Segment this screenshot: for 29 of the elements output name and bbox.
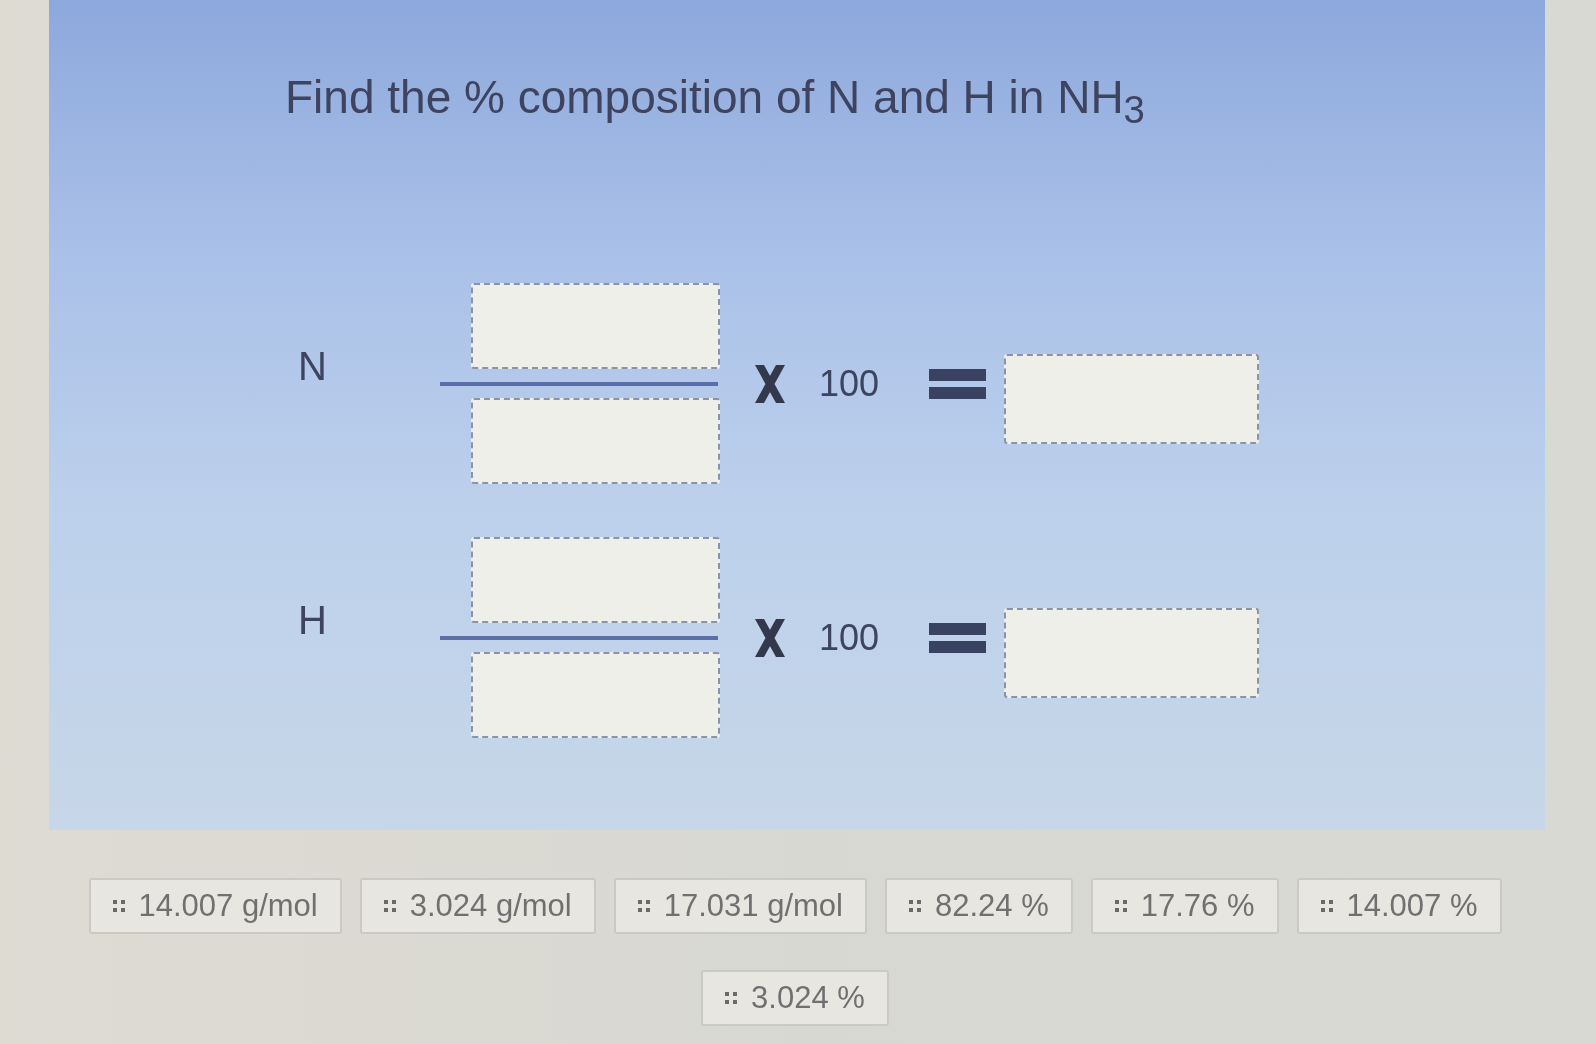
grip-icon — [112, 900, 125, 912]
grip-icon — [1320, 900, 1333, 912]
grip-icon — [637, 900, 650, 912]
numerator-drop-zone[interactable] — [471, 537, 720, 624]
denominator-drop-zone[interactable] — [471, 398, 720, 485]
answer-chip[interactable]: 82.24 % — [884, 878, 1073, 934]
grip-icon — [908, 900, 921, 912]
grip-icon — [383, 900, 396, 912]
equals-icon — [929, 622, 987, 653]
answer-drop-zone[interactable] — [1004, 607, 1260, 698]
answer-chip[interactable]: 3.024 % — [701, 970, 889, 1026]
answer-chip[interactable]: 14.007 g/mol — [88, 878, 342, 934]
numerator-drop-zone[interactable] — [471, 283, 720, 370]
element-label: H — [298, 598, 328, 644]
cross-icon — [752, 362, 788, 405]
grip-icon — [725, 992, 738, 1004]
answer-chip[interactable]: 3.024 g/mol — [359, 878, 596, 934]
answer-chip[interactable]: 17.031 g/mol — [613, 878, 867, 934]
grip-icon — [1114, 900, 1127, 912]
answer-drop-zone[interactable] — [1004, 353, 1260, 444]
question-text: Find the % composition of N and H in NH$_{3}$ — [285, 70, 1145, 134]
equals-icon — [929, 368, 987, 399]
answer-chip[interactable]: 14.007 % — [1296, 878, 1502, 934]
cross-icon — [752, 616, 788, 659]
multiplier-text: 100 — [819, 616, 880, 659]
answer-chip[interactable]: 17.76 % — [1090, 878, 1279, 934]
denominator-drop-zone[interactable] — [471, 652, 720, 739]
element-label: N — [298, 344, 328, 390]
multiplier-text: 100 — [819, 362, 880, 405]
